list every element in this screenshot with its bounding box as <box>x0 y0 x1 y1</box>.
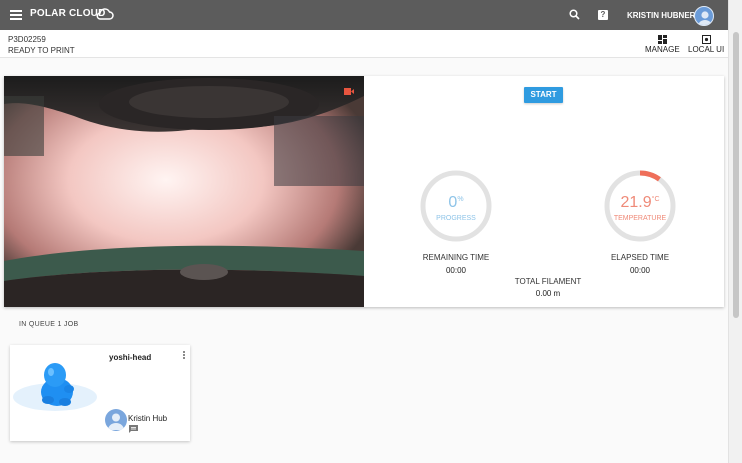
local-ui-label: LOCAL UI <box>688 45 725 54</box>
queue-title: IN QUEUE 1 JOB <box>19 321 79 328</box>
start-button[interactable]: START <box>524 87 563 103</box>
temperature-unit: °C <box>651 196 660 203</box>
brand-logo-text[interactable]: POLAR CLOUD <box>30 8 106 19</box>
remaining-time-value: 00:00 <box>445 266 467 275</box>
scroll-thumb[interactable] <box>733 32 739 318</box>
total-filament-value: 0.00 m <box>535 289 561 298</box>
printer-id: P3D02259 <box>8 35 46 44</box>
menu-icon[interactable] <box>10 10 22 20</box>
search-icon[interactable] <box>569 9 580 20</box>
progress-label: PROGRESS <box>436 215 476 222</box>
job-owner-name: Kristin Hub <box>128 414 168 423</box>
avatar <box>105 409 127 431</box>
job-name: yoshi-head <box>109 353 152 362</box>
page-scrollbar[interactable] <box>728 0 742 463</box>
temperature-number: 21.9 <box>620 194 652 211</box>
elapsed-time-label: ELAPSED TIME <box>610 253 670 262</box>
job-thumbnail[interactable] <box>10 345 100 441</box>
user-name[interactable]: KRISTIN HUBNER <box>627 11 695 20</box>
progress-gauge: 0% PROGRESS <box>420 170 492 242</box>
manage-label: MANAGE <box>645 45 680 54</box>
more-vert-icon[interactable] <box>182 351 186 361</box>
queue-job-card[interactable]: yoshi-head Kristin Hub <box>10 345 190 441</box>
cloud-icon <box>96 8 114 20</box>
dashboard-icon <box>657 35 667 44</box>
model-preview-image <box>13 363 97 411</box>
open-in-browser-icon <box>701 35 711 44</box>
local-ui-button[interactable]: LOCAL UI <box>688 35 724 54</box>
temperature-gauge: 21.9°C TEMPERATURE <box>604 170 676 242</box>
top-app-bar: POLAR CLOUD ? KRISTIN HUBNER <box>0 0 728 30</box>
elapsed-time-value: 00:00 <box>629 266 651 275</box>
video-camera-icon[interactable] <box>344 88 354 95</box>
progress-number: 0 <box>448 194 458 211</box>
printer-status: READY TO PRINT <box>8 46 75 55</box>
webcam-image <box>4 76 364 307</box>
remaining-time-label: REMAINING TIME <box>422 253 490 262</box>
comment-icon[interactable] <box>129 425 138 433</box>
avatar[interactable] <box>694 6 714 26</box>
total-filament-label: TOTAL FILAMENT <box>514 277 582 286</box>
webcam-feed[interactable] <box>4 76 364 307</box>
manage-button[interactable]: MANAGE <box>645 35 680 54</box>
printer-status-panel: START 0% PROGRESS 21.9°C TEMPERATURE REM… <box>4 76 724 307</box>
printer-header: P3D02259 READY TO PRINT MANAGE LOCAL UI <box>0 30 728 58</box>
help-icon[interactable]: ? <box>598 10 608 20</box>
progress-unit: % <box>457 196 464 203</box>
temperature-label: TEMPERATURE <box>613 215 667 222</box>
temperature-value: 21.9°C <box>604 194 676 212</box>
progress-value: 0% <box>420 194 492 212</box>
